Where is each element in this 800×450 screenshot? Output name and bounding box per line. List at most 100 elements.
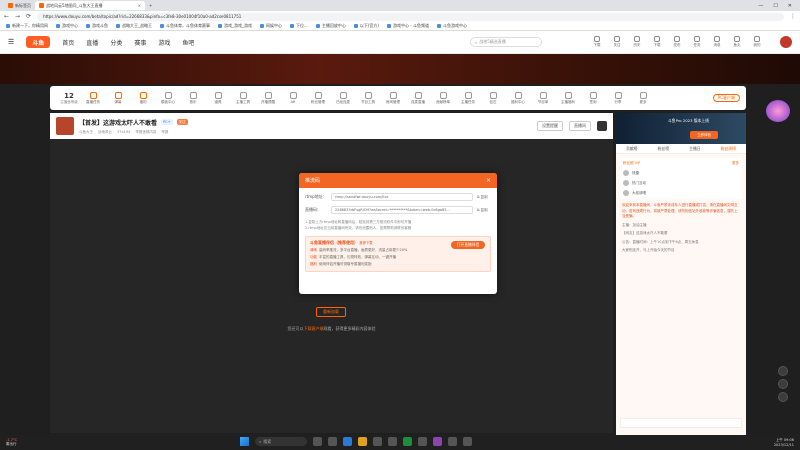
system-clock[interactable]: 上午 09:06 2023/12/11 [774,438,794,447]
header-icon-mine[interactable]: 我的 [750,36,764,48]
tool-item[interactable]: 节目单 [532,91,554,105]
tool-item[interactable]: 主播任务 [457,91,479,105]
share-icon[interactable] [597,121,607,131]
minimize-icon[interactable]: — [758,3,763,9]
bookmark-item[interactable]: 战略大王_战略王 [116,23,152,29]
feedback-icon[interactable] [778,379,788,389]
taskbar-app-icon[interactable] [328,437,337,446]
taskbar-app-icon[interactable] [403,437,412,446]
bookmark-item[interactable]: 游戏中心 [56,23,78,29]
new-tab-button[interactable]: + [145,1,156,10]
header-icon-message[interactable]: 消息 [710,36,724,48]
settings-icon[interactable] [778,366,788,376]
anchor-avatar[interactable] [56,117,74,135]
tool-item[interactable]: 已经连麦 [332,91,354,105]
rtmp-field[interactable]: rtmp://sendfwr.douyu.com/live [331,193,473,201]
bookmark-item[interactable]: 新建一下，你精用网 [6,23,48,29]
tool-item[interactable]: 弹幕 [107,91,129,105]
tool-item[interactable]: 主播福利 [557,91,579,105]
close-icon[interactable]: × [486,177,491,184]
tool-item[interactable]: 直播任务 [82,91,104,105]
browser-tab-active[interactable]: 战地风云5地图问_斗鱼大王直播 × [35,1,145,10]
tool-item[interactable]: 贡献榜单 [432,91,454,105]
reload-icon[interactable]: ⟳ [26,13,31,20]
tool-item[interactable]: 更多 [632,91,654,105]
weather-widget[interactable]: -1.7°C 雾出行 [6,438,17,447]
forward-icon[interactable]: → [15,13,20,20]
bookmark-item[interactable]: 斗鱼游戏中心 [436,23,467,29]
nav-category[interactable]: 分类 [110,38,122,47]
rank-row[interactable]: 热门互动 [623,180,739,186]
floating-event-badge[interactable] [766,100,790,122]
notify-button[interactable]: 设置提醒 [537,121,563,131]
tool-item[interactable]: 房间管理 [382,91,404,105]
nav-home[interactable]: 首页 [62,38,74,47]
bookmark-item[interactable]: 下位... [290,23,308,29]
bookmark-item[interactable]: 以下(官方) [353,23,379,29]
taskbar-search[interactable]: ⌕ 搜索 [255,437,307,446]
douyu-logo[interactable]: 斗鱼 [26,36,51,48]
header-icon-history[interactable]: 历史 [630,36,644,48]
room-button[interactable]: 直播间 [569,121,591,131]
tool-item[interactable]: 道具 [207,91,229,105]
nav-events[interactable]: 赛事 [134,38,146,47]
tab-contribution[interactable]: 贡献榜 [626,146,637,152]
maximize-icon[interactable]: ☐ [773,3,777,9]
header-icon-task[interactable]: 任务 [690,36,704,48]
report-button[interactable]: 举报 [161,130,168,135]
nav-live[interactable]: 直播 [86,38,98,47]
taskbar-app-icon[interactable] [358,437,367,446]
header-icon-yuwan[interactable]: 鱼丸 [730,36,744,48]
user-avatar[interactable] [780,36,792,48]
taskbar-app-icon[interactable] [373,437,382,446]
header-icon-download[interactable]: 下载 [590,36,604,48]
header-icon-publish[interactable]: 发布 [670,36,684,48]
url-field[interactable]: https://www.douyu.com/beta/topic/ad?rid=… [37,12,784,21]
extensions-icon[interactable]: ⋮ [790,13,796,20]
bookmark-item[interactable]: 游戏_游戏_游戏 [218,23,252,29]
anchor-name[interactable]: 斗鱼大王 [79,130,93,135]
tool-item[interactable]: 模板中心 [157,91,179,105]
room-category[interactable]: 战地风云 [98,130,112,135]
taskbar-app-icon[interactable] [433,437,442,446]
site-search-input[interactable]: ⌕ 战地5精选直播 [470,37,542,47]
bookmark-item[interactable]: 游戏中心 - 斗鱼频道 [386,23,429,29]
tool-item[interactable]: 分享 [607,91,629,105]
taskbar-app-icon[interactable] [313,437,322,446]
stream-key-field[interactable]: 2266833rbFsgRiOH?wsSecret=**********&tok… [331,206,473,214]
tool-item[interactable]: AR [282,91,304,105]
close-window-icon[interactable]: ✕ [788,3,792,9]
menu-icon[interactable]: ☰ [8,38,14,46]
copy-key-button[interactable]: ⧉ 复制 [477,208,491,213]
bookmark-item[interactable]: 斗鱼体育，斗鱼体育赛事 [160,23,210,29]
copy-rtmp-button[interactable]: ⧉ 复制 [477,195,491,200]
nav-yuba[interactable]: 鱼吧 [182,38,194,47]
rank-row[interactable]: 大叔请喝 [623,190,739,196]
follow-tag[interactable]: 关注 [176,119,188,125]
back-icon[interactable]: ← [4,13,9,20]
tool-item[interactable]: 粉丝管理 [307,91,329,105]
windows-start-icon[interactable] [240,437,249,446]
header-icon-download2[interactable]: 下载 [650,36,664,48]
tool-item[interactable]: 签到 [582,91,604,105]
bookmark-item[interactable]: 主播回放中心 [315,23,346,29]
nav-games[interactable]: 游戏 [158,38,170,47]
tool-item[interactable]: 主播工具 [232,91,254,105]
chat-ad-banner[interactable]: 斗鱼Pro 2023 版本上线 立即体验 [616,113,746,144]
taskbar-app-icon[interactable] [448,437,457,446]
taskbar-app-icon[interactable] [388,437,397,446]
tab-fans[interactable]: 粉丝榜 [658,146,669,152]
taskbar-app-icon[interactable] [418,437,427,446]
retry-button[interactable]: 重新加载 [316,307,346,317]
tool-item[interactable]: 福利 [132,91,154,105]
open-companion-button[interactable]: 打开直播伴侣 [451,241,485,249]
browser-tab-newtab[interactable]: 新标签页 [4,1,35,10]
anchor-level[interactable]: 12 主播鱼等级 [56,92,82,105]
tool-item[interactable]: 钻石 [482,91,504,105]
header-icon-follow[interactable]: 关注 [610,36,624,48]
tool-item[interactable]: 开播提醒 [257,91,279,105]
rank-row[interactable]: 快捷 [623,170,739,176]
report-link[interactable]: 举报违规内容 [135,130,156,135]
rank-more-link[interactable]: 更多 [732,161,739,166]
ad-button[interactable]: 立即体验 [690,131,718,139]
